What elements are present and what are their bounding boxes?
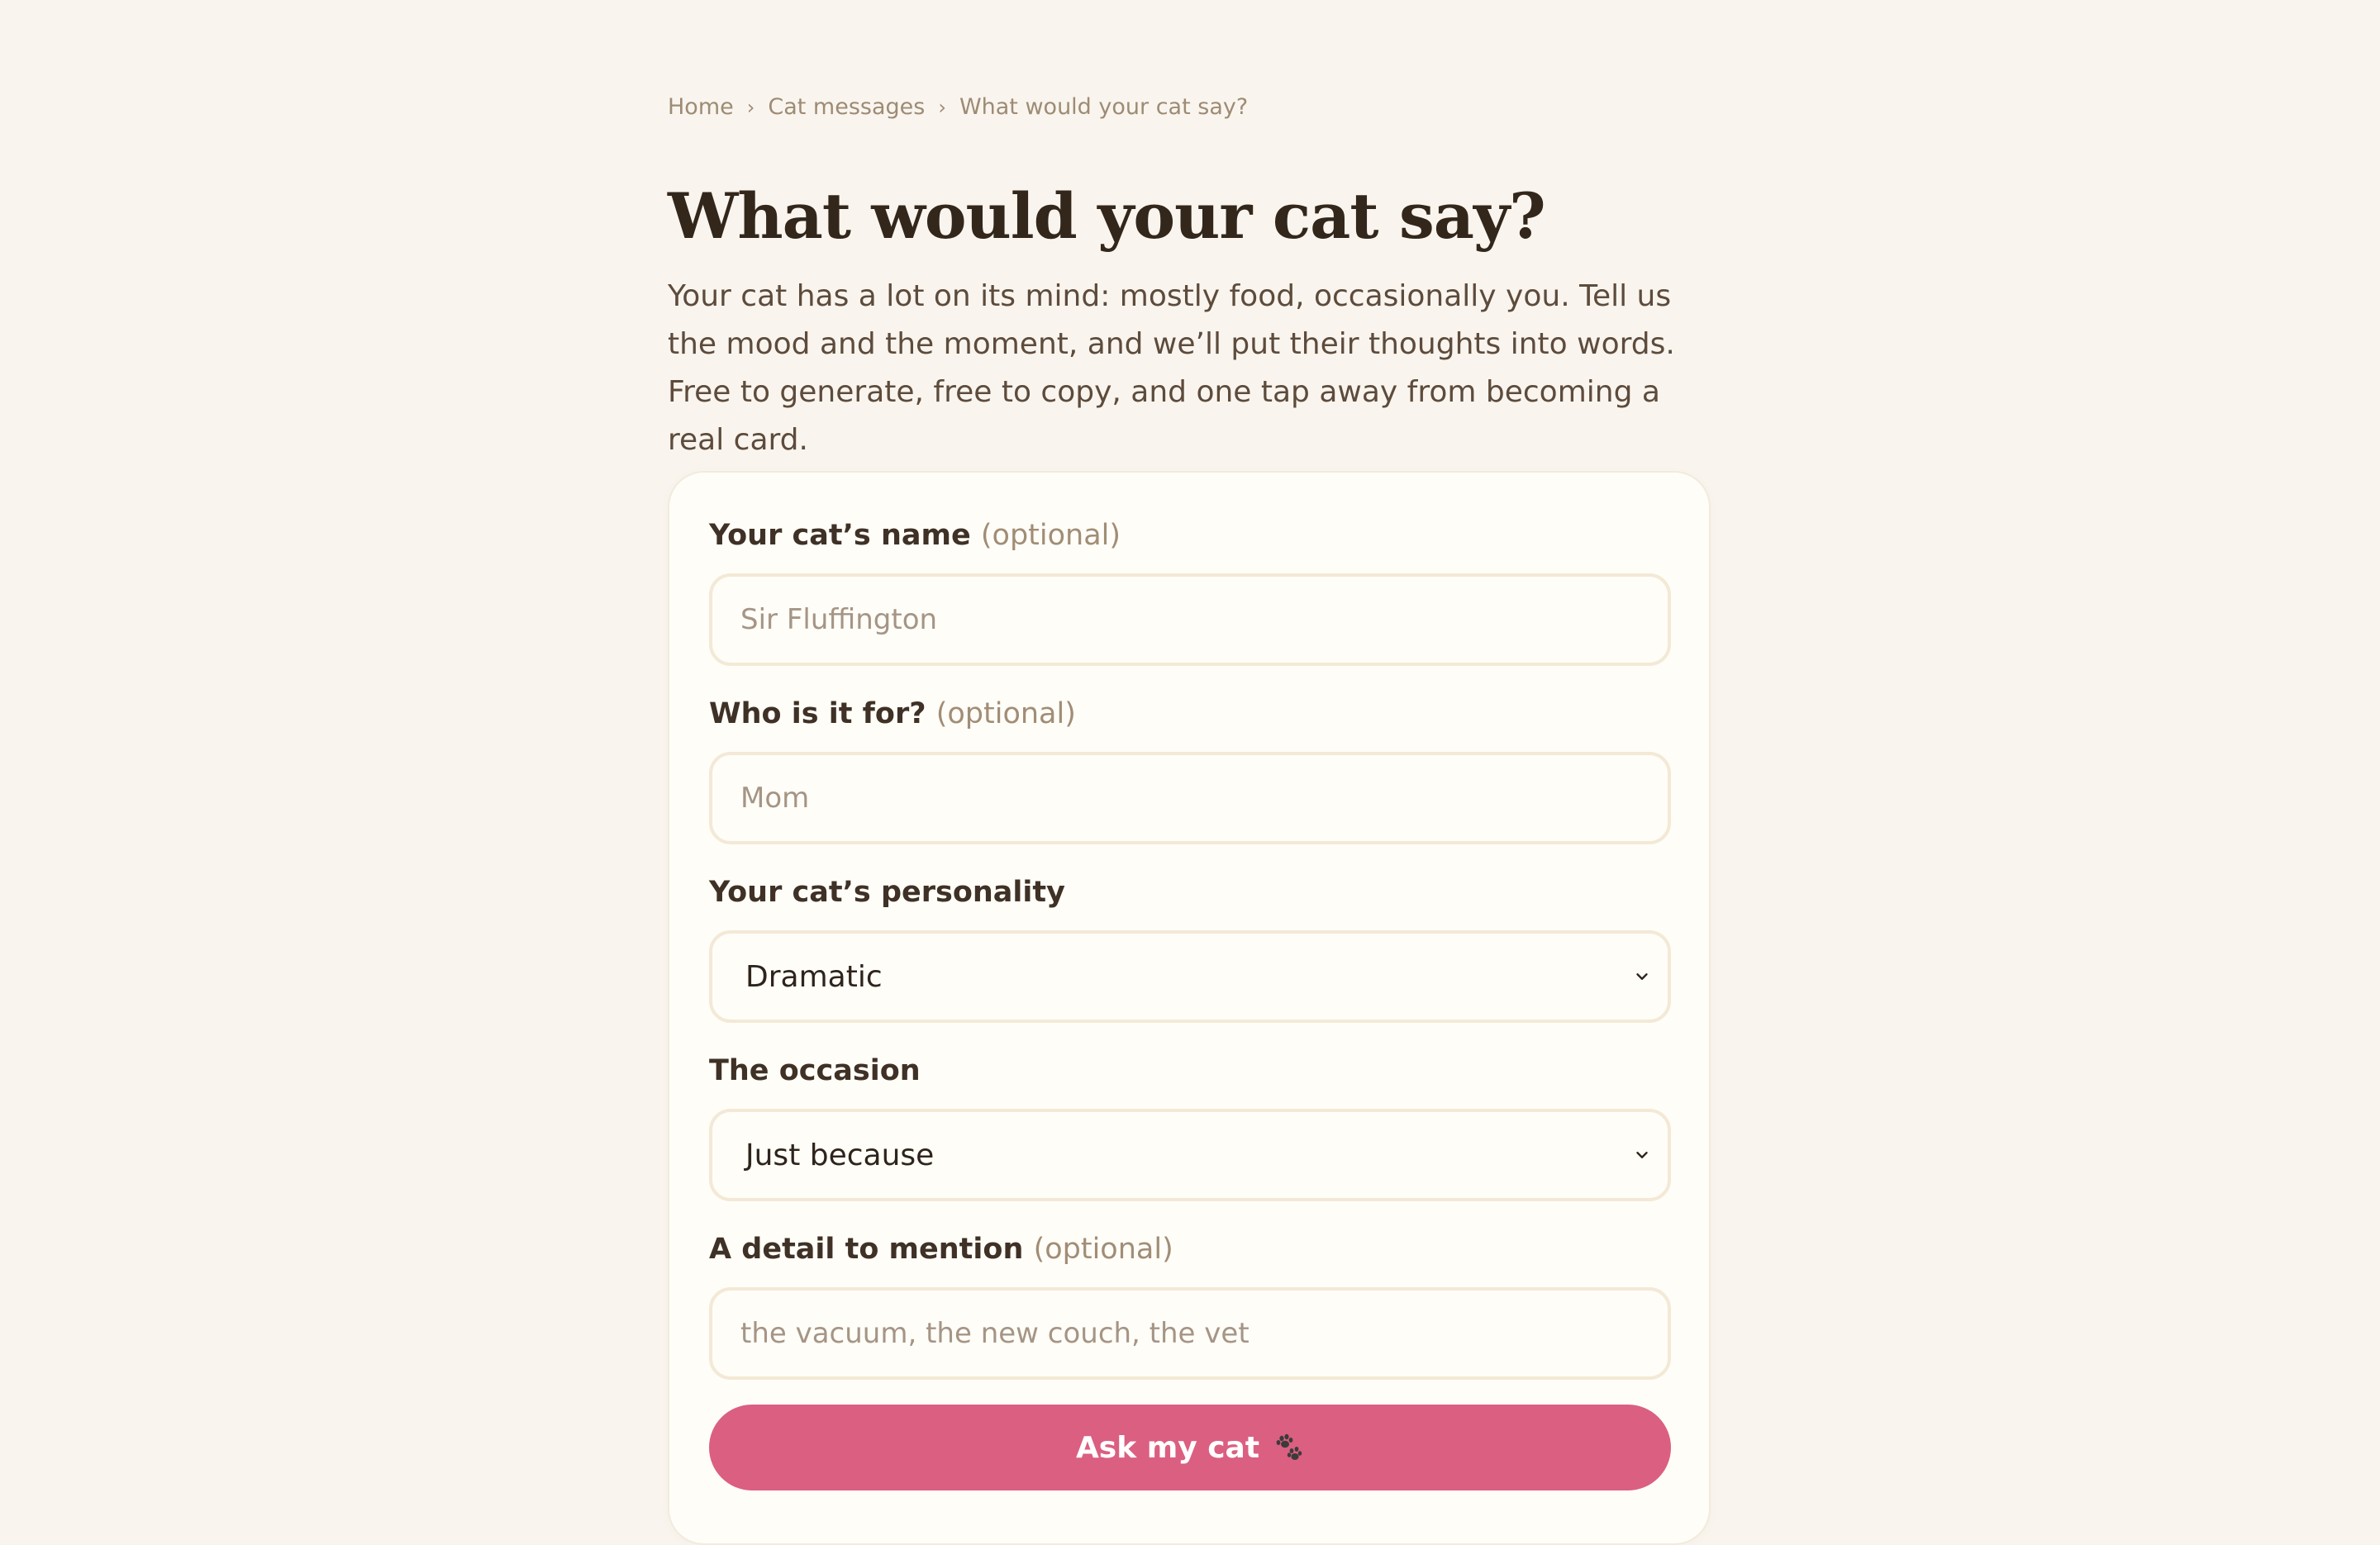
- detail-optional-hint: (optional): [1033, 1233, 1173, 1266]
- occasion-selected-value: Just because: [745, 1138, 935, 1172]
- cat-name-optional-hint: (optional): [980, 519, 1121, 552]
- occasion-label: The occasion: [709, 1054, 921, 1087]
- occasion-select[interactable]: Just because: [709, 1109, 1671, 1201]
- ask-my-cat-button[interactable]: Ask my cat: [709, 1405, 1671, 1490]
- chevron-down-icon: [1636, 973, 1648, 980]
- detail-input[interactable]: [709, 1287, 1671, 1380]
- breadcrumb-separator: ›: [746, 95, 755, 119]
- personality-select[interactable]: Dramatic: [709, 930, 1671, 1023]
- recipient-label: Who is it for? (optional): [709, 697, 1076, 730]
- cat-name-input[interactable]: [709, 573, 1671, 666]
- detail-label: A detail to mention (optional): [709, 1233, 1173, 1266]
- chevron-down-icon: [1636, 1152, 1648, 1158]
- page-title: What would your cat say?: [668, 179, 1546, 253]
- breadcrumb-current-page: What would your cat say?: [959, 94, 1249, 120]
- message-form-card: Your cat’s name (optional) Who is it for…: [668, 471, 1711, 1545]
- ask-my-cat-label: Ask my cat: [1075, 1430, 1260, 1465]
- paw-prints-icon: [1276, 1433, 1302, 1460]
- breadcrumb-separator: ›: [938, 95, 946, 119]
- personality-selected-value: Dramatic: [745, 959, 883, 994]
- recipient-input[interactable]: [709, 752, 1671, 844]
- personality-label-text: Your cat’s personality: [709, 876, 1065, 909]
- recipient-optional-hint: (optional): [935, 697, 1076, 730]
- breadcrumb: Home › Cat messages › What would your ca…: [668, 94, 1248, 120]
- cat-name-label: Your cat’s name (optional): [709, 519, 1121, 552]
- occasion-label-text: The occasion: [709, 1054, 921, 1087]
- page-intro: Your cat has a lot on its mind: mostly f…: [668, 279, 1675, 457]
- breadcrumb-home-link[interactable]: Home: [668, 94, 734, 120]
- breadcrumb-cat-messages-link[interactable]: Cat messages: [768, 94, 925, 120]
- recipient-label-text: Who is it for?: [709, 697, 926, 730]
- detail-label-text: A detail to mention: [709, 1233, 1024, 1266]
- personality-label: Your cat’s personality: [709, 876, 1065, 909]
- cat-name-label-text: Your cat’s name: [709, 519, 971, 552]
